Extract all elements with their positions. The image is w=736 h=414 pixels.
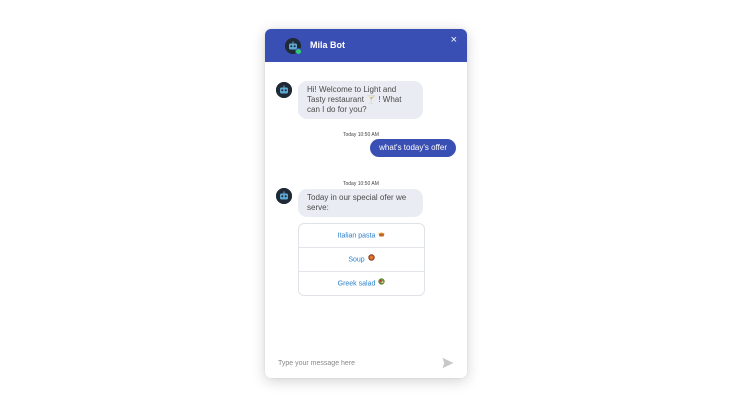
option-greek-salad[interactable]: Greek salad	[299, 271, 424, 295]
message-timestamp: Today 10:50 AM	[343, 132, 379, 138]
bot-avatar	[276, 82, 292, 98]
send-icon[interactable]	[442, 357, 454, 369]
salad-icon	[378, 272, 386, 295]
option-italian-pasta[interactable]: Italian pasta	[299, 224, 424, 247]
close-button[interactable]: ×	[451, 34, 457, 46]
bot-name: Mila Bot	[310, 40, 345, 50]
option-soup[interactable]: Soup	[299, 247, 424, 271]
bot-message: Today in our special ofer we serve:	[298, 189, 423, 217]
pasta-icon	[378, 224, 385, 247]
chat-widget: Mila Bot × Hi! Welcome to Light and Tast…	[265, 29, 467, 378]
message-input[interactable]	[278, 356, 428, 370]
option-label: Italian pasta	[337, 232, 376, 240]
robot-icon	[276, 82, 292, 98]
robot-icon	[276, 188, 292, 204]
bot-avatar	[285, 38, 302, 55]
chat-header: Mila Bot ×	[265, 29, 467, 62]
bot-avatar	[276, 188, 292, 204]
bot-message: Hi! Welcome to Light and Tasty restauran…	[298, 81, 423, 119]
option-label: Greek salad	[337, 280, 376, 288]
option-label: Soup	[348, 256, 365, 264]
message-composer	[265, 348, 467, 378]
message-timestamp: Today 10:50 AM	[343, 181, 379, 187]
quick-reply-options: Italian pasta Soup Greek salad	[298, 223, 425, 296]
online-status-dot	[295, 48, 302, 55]
user-message: what's today's offer	[370, 139, 456, 157]
soup-icon	[367, 248, 375, 271]
